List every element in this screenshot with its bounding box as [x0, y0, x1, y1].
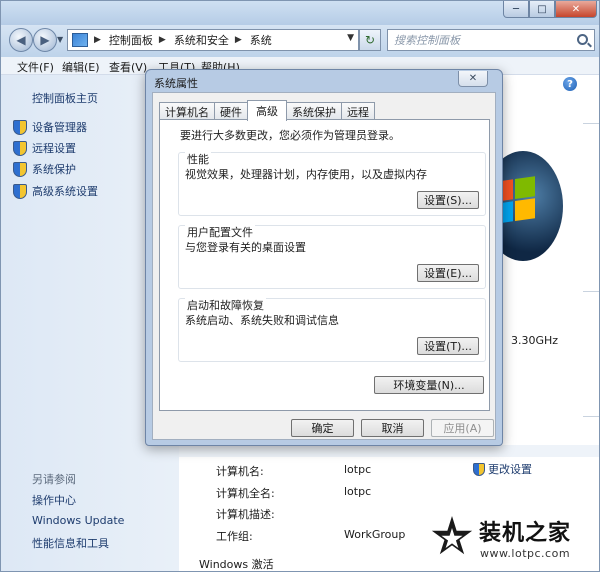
- close-icon: ✕: [468, 73, 478, 84]
- performance-desc: 视觉效果，处理器计划，内存使用，以及虚拟内存: [185, 168, 427, 181]
- performance-group: 性能 视觉效果，处理器计划，内存使用，以及虚拟内存 设置(S)...: [178, 151, 486, 216]
- startup-recovery-desc: 系统启动、系统失败和调试信息: [185, 314, 339, 327]
- sidebar-control-panel-home[interactable]: 控制面板主页: [32, 90, 98, 106]
- tab-hardware[interactable]: 硬件: [214, 102, 248, 120]
- computer-description-label: 计算机描述:: [216, 508, 275, 521]
- back-button[interactable]: ◀: [9, 28, 33, 52]
- breadcrumb-separator-icon[interactable]: ▶: [94, 35, 101, 45]
- maximize-icon: □: [537, 3, 547, 15]
- divider: [583, 416, 599, 417]
- full-computer-name-value: lotpc: [344, 485, 372, 498]
- performance-settings-button[interactable]: 设置(S)...: [417, 191, 479, 209]
- menu-file[interactable]: 文件(F): [17, 59, 54, 75]
- admin-note: 要进行大多数更改，您必须作为管理员登录。: [180, 129, 400, 142]
- startup-recovery-title: 启动和故障恢复: [185, 297, 266, 313]
- change-settings-link[interactable]: 更改设置: [473, 461, 532, 477]
- tab-system-protection[interactable]: 系统保护: [286, 102, 342, 120]
- refresh-button[interactable]: ↻: [359, 29, 381, 51]
- refresh-icon: ↻: [364, 33, 376, 47]
- shield-icon: [13, 161, 27, 177]
- sidebar-item-label: 系统保护: [32, 163, 76, 176]
- windows-activation-heading: Windows 激活: [199, 558, 274, 571]
- breadcrumb-control-panel[interactable]: 控制面板: [109, 32, 153, 48]
- menu-view[interactable]: 查看(V): [109, 59, 147, 75]
- close-window-button[interactable]: ✕: [555, 1, 597, 18]
- environment-variables-button[interactable]: 环境变量(N)...: [374, 376, 484, 394]
- see-also-action-center[interactable]: 操作中心: [32, 492, 76, 508]
- performance-title: 性能: [185, 151, 211, 167]
- see-also-heading: 另请参阅: [32, 473, 76, 486]
- dialog-body: 计算机名 硬件 高级 系统保护 远程 要进行大多数更改，您必须作为管理员登录。 …: [152, 92, 496, 440]
- sidebar-item-label: 设备管理器: [32, 121, 87, 134]
- star-logo-icon: [431, 516, 473, 558]
- search-box[interactable]: [387, 29, 595, 51]
- user-profiles-settings-button[interactable]: 设置(E)...: [417, 264, 479, 282]
- see-also-performance-tools[interactable]: 性能信息和工具: [32, 535, 109, 551]
- change-settings-label: 更改设置: [488, 463, 532, 476]
- ok-button[interactable]: 确定: [291, 419, 354, 437]
- startup-recovery-group: 启动和故障恢复 系统启动、系统失败和调试信息 设置(T)...: [178, 297, 486, 362]
- section-band: [179, 445, 599, 457]
- forward-button[interactable]: ▶: [33, 28, 57, 52]
- search-icon[interactable]: [577, 34, 588, 45]
- search-input[interactable]: [394, 33, 574, 47]
- dialog-close-button[interactable]: ✕: [458, 71, 488, 87]
- user-profiles-title: 用户配置文件: [185, 224, 255, 240]
- full-computer-name-label: 计算机全名:: [216, 487, 275, 500]
- maximize-button[interactable]: □: [529, 1, 555, 18]
- shield-icon: [13, 183, 27, 199]
- dialog-title: 系统属性: [154, 77, 198, 90]
- address-dropdown-icon[interactable]: ▼: [347, 33, 354, 43]
- watermark-url: www.lotpc.com: [479, 546, 571, 560]
- back-arrow-icon: ◀: [16, 33, 26, 47]
- tab-remote[interactable]: 远程: [341, 102, 375, 120]
- user-profiles-desc: 与您登录有关的桌面设置: [185, 241, 306, 254]
- watermark: 装机之家 www.lotpc.com: [431, 506, 597, 568]
- divider: [583, 291, 599, 292]
- computer-name-label: 计算机名:: [216, 465, 264, 478]
- breadcrumb-system-security[interactable]: 系统和安全: [174, 32, 229, 48]
- workgroup-label: 工作组:: [216, 530, 253, 543]
- sidebar-item-label: 高级系统设置: [32, 185, 98, 198]
- sidebar-item-advanced-settings[interactable]: 高级系统设置: [13, 183, 98, 199]
- watermark-text: 装机之家 www.lotpc.com: [479, 515, 571, 560]
- forward-arrow-icon: ▶: [40, 33, 50, 47]
- processor-speed: 3.30GHz: [511, 334, 559, 347]
- tab-computer-name[interactable]: 计算机名: [159, 102, 215, 120]
- divider: [583, 123, 599, 124]
- navigation-bar: ◀ ▶ ▼ ▶ 控制面板 ▶ 系统和安全 ▶ 系统 ▼ ↻: [1, 25, 599, 57]
- control-panel-icon: [72, 33, 88, 47]
- sidebar-item-remote-settings[interactable]: 远程设置: [13, 140, 76, 156]
- system-properties-dialog: 系统属性 ✕ 计算机名 硬件 高级 系统保护 远程 要进行大多数更改，您必须作为…: [145, 69, 503, 446]
- breadcrumb-separator-icon[interactable]: ▶: [235, 35, 242, 45]
- see-also-windows-update[interactable]: Windows Update: [32, 514, 124, 527]
- sidebar-item-label: 远程设置: [32, 142, 76, 155]
- help-icon[interactable]: ?: [563, 77, 577, 91]
- breadcrumb-system[interactable]: 系统: [250, 32, 272, 48]
- tab-strip: 计算机名 硬件 高级 系统保护 远程: [159, 100, 375, 121]
- watermark-title: 装机之家: [479, 519, 572, 546]
- user-profiles-group: 用户配置文件 与您登录有关的桌面设置 设置(E)...: [178, 224, 486, 289]
- minimize-icon: ─: [512, 3, 520, 15]
- window-controls: ─ □ ✕: [503, 1, 597, 19]
- apply-button[interactable]: 应用(A): [431, 419, 494, 437]
- shield-icon: [13, 140, 27, 156]
- tab-advanced[interactable]: 高级: [247, 100, 287, 121]
- startup-recovery-settings-button[interactable]: 设置(T)...: [417, 337, 479, 355]
- shield-icon: [13, 119, 27, 135]
- computer-name-value: lotpc: [344, 463, 372, 476]
- breadcrumb-separator-icon[interactable]: ▶: [159, 35, 166, 45]
- recent-pages-dropdown-icon[interactable]: ▼: [57, 35, 63, 44]
- advanced-tab-panel: 要进行大多数更改，您必须作为管理员登录。 性能 视觉效果，处理器计划，内存使用，…: [159, 119, 490, 411]
- sidebar-item-device-manager[interactable]: 设备管理器: [13, 119, 87, 135]
- close-icon: ✕: [571, 3, 581, 15]
- cancel-button[interactable]: 取消: [361, 419, 424, 437]
- menu-edit[interactable]: 编辑(E): [62, 59, 100, 75]
- shield-icon: [473, 462, 485, 476]
- title-bar: ─ □ ✕: [1, 1, 599, 25]
- workgroup-value: WorkGroup: [344, 528, 406, 541]
- address-bar[interactable]: ▶ 控制面板 ▶ 系统和安全 ▶ 系统 ▼: [67, 29, 359, 51]
- sidebar-item-system-protection[interactable]: 系统保护: [13, 161, 76, 177]
- minimize-button[interactable]: ─: [503, 1, 529, 18]
